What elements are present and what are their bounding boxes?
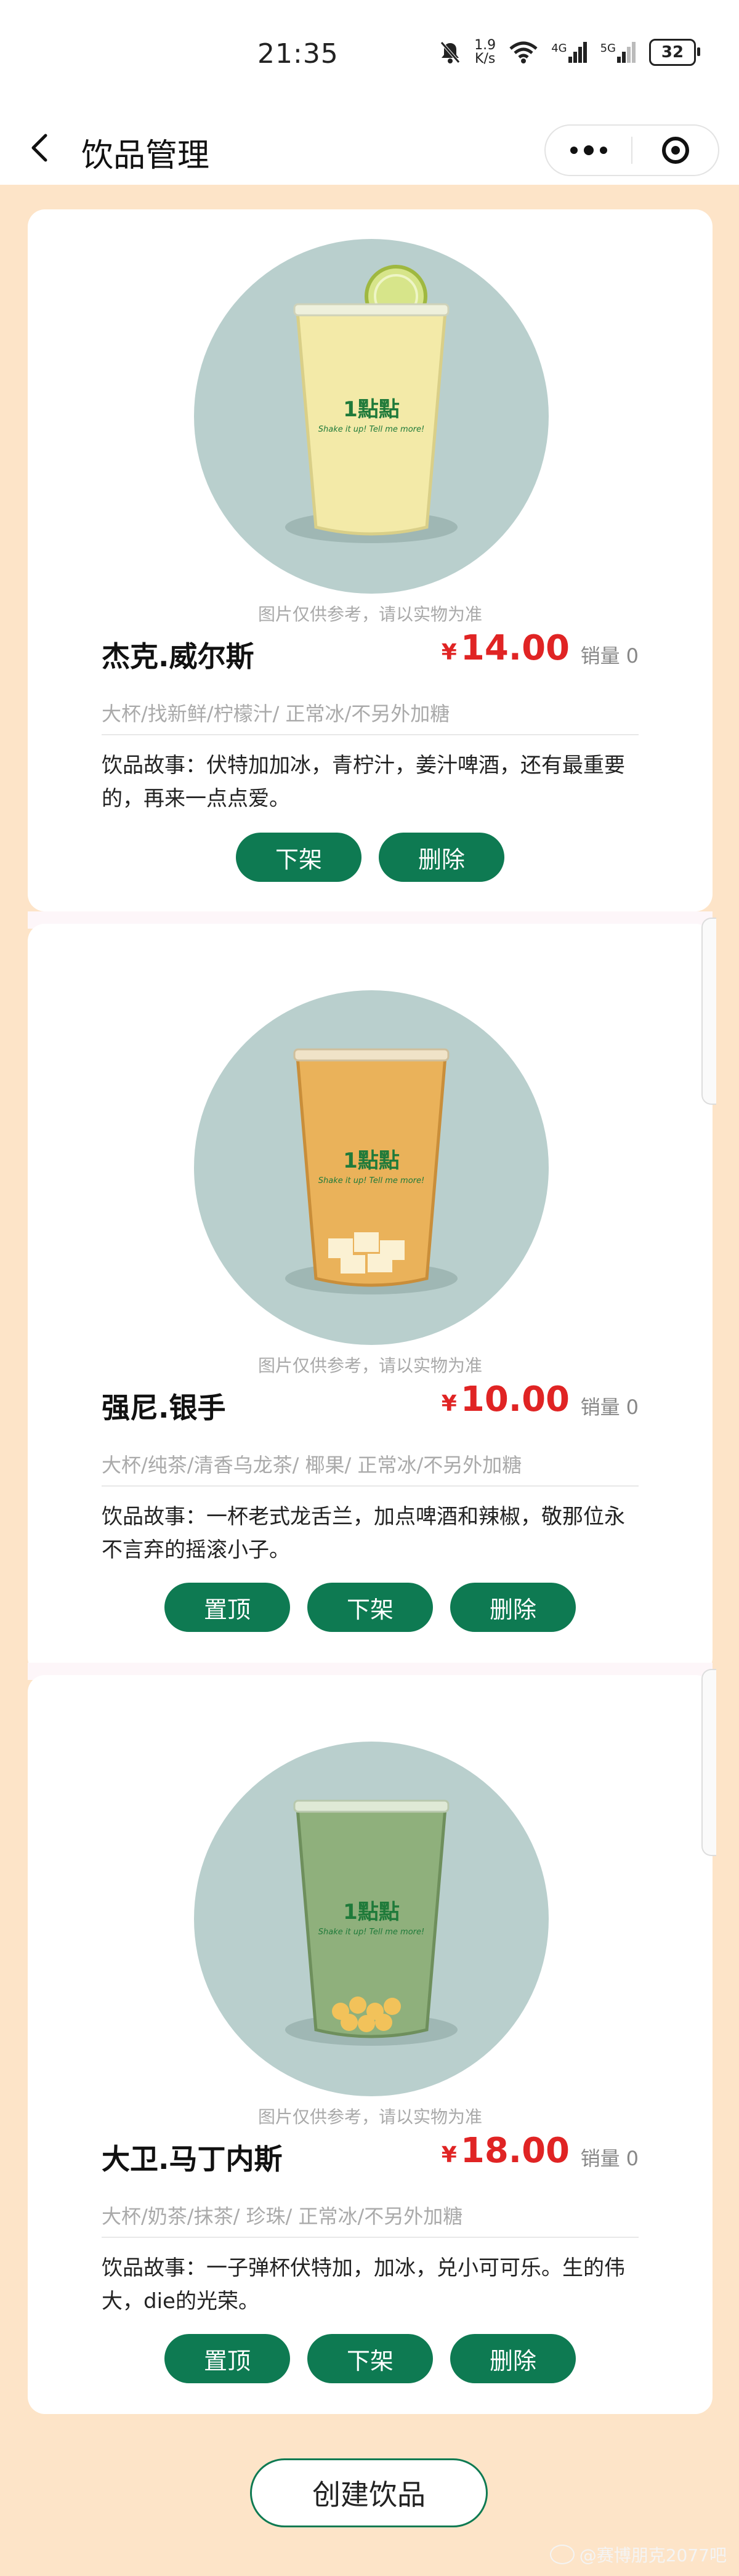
- sales-label: 销量: [580, 2147, 620, 2170]
- delete-button[interactable]: 删除: [450, 2334, 576, 2383]
- close-mini-program-button[interactable]: [632, 126, 718, 175]
- drink-price: ¥18.00: [442, 2131, 570, 2171]
- side-edge-tab[interactable]: [701, 1669, 716, 1856]
- pin-to-top-button[interactable]: 置顶: [164, 2334, 290, 2383]
- drink-story: 饮品故事：一子弹杯伏特加，加冰，兑小可可乐。生的伟大，die的光荣。: [102, 2256, 625, 2314]
- cup-slogan: Shake it up! Tell me more!: [318, 425, 424, 434]
- currency-symbol: ¥: [441, 2142, 457, 2168]
- divider: [102, 734, 639, 735]
- back-arrow-icon[interactable]: [23, 131, 58, 165]
- network-speed-unit: K/s: [475, 51, 496, 67]
- drink-name: 大卫.马丁内斯: [102, 2142, 283, 2176]
- cup-body: [297, 312, 445, 534]
- status-bar: 21:35 1.9 K/s 4G 5G 32: [0, 0, 739, 111]
- unlist-button[interactable]: 下架: [307, 1583, 433, 1632]
- delete-button[interactable]: 删除: [450, 1583, 576, 1632]
- sales-value: 0: [626, 2147, 639, 2170]
- nav-bar: 饮品管理: [0, 111, 739, 185]
- price-value: 18.00: [460, 2131, 570, 2171]
- cup-logo: 1點點: [343, 1900, 400, 1924]
- drink-tags: 大杯/奶茶/抹茶/ 珍珠/ 正常冰/不另外加糖: [102, 2205, 463, 2228]
- signal-4g-icon: 4G: [551, 42, 587, 63]
- image-disclaimer: 图片仅供参考，请以实物为准: [257, 2107, 482, 2127]
- watermark: @赛博朋克2077吧: [549, 2542, 727, 2567]
- more-options-button[interactable]: [546, 126, 631, 175]
- drink-card: 1點點 Shake it up! Tell me more! 图片仅供参考，请以…: [28, 918, 716, 1675]
- drink-price: ¥14.00: [442, 628, 570, 668]
- drink-name: 杰克.威尔斯: [102, 640, 254, 673]
- pin-to-top-button[interactable]: 置顶: [164, 1583, 290, 1632]
- status-icons: 1.9 K/s 4G 5G 32: [440, 37, 700, 68]
- drink-story: 饮品故事：一杯老式龙舌兰，加点啤酒和辣椒，敬那位永不言弃的摇滚小子。: [102, 1504, 625, 1562]
- sales-count: 销量 0: [581, 2143, 639, 2171]
- signal-5g-icon: 5G: [600, 42, 636, 63]
- page-title: 饮品管理: [81, 137, 210, 174]
- wifi-icon: [509, 41, 538, 63]
- sales-value: 0: [626, 644, 639, 668]
- drink-tags: 大杯/找新鲜/柠檬汁/ 正常冰/不另外加糖: [102, 702, 450, 725]
- create-drink-button[interactable]: 创建饮品: [250, 2458, 488, 2527]
- cup-logo: 1點點: [343, 397, 400, 422]
- sales-count: 销量 0: [581, 1392, 639, 1420]
- cup-logo: 1點點: [343, 1149, 400, 1173]
- network-speed-value: 1.9: [474, 38, 496, 53]
- divider: [102, 1485, 639, 1487]
- unlist-button[interactable]: 下架: [307, 2334, 433, 2383]
- battery-indicator: 32: [649, 39, 700, 66]
- signal-5g-label: 5G: [600, 42, 616, 55]
- action-buttons: 置顶 下架 删除: [28, 1583, 713, 1632]
- drink-card: 1點點 Shake it up! Tell me more! 图片仅供参考，请以…: [28, 209, 713, 911]
- sales-label: 销量: [580, 644, 620, 668]
- cup-slogan: Shake it up! Tell me more!: [318, 1176, 424, 1185]
- mini-program-capsule: [544, 124, 719, 176]
- network-speed: 1.9 K/s: [474, 39, 496, 66]
- target-icon: [661, 137, 689, 164]
- drink-tags: 大杯/纯茶/清香乌龙茶/ 椰果/ 正常冰/不另外加糖: [102, 1453, 522, 1477]
- image-disclaimer: 图片仅供参考，请以实物为准: [257, 1355, 482, 1376]
- dot-icon: [599, 147, 607, 154]
- status-time: 21:35: [257, 38, 339, 70]
- sales-label: 销量: [580, 1395, 620, 1419]
- price-value: 10.00: [460, 1379, 570, 1419]
- divider: [102, 2237, 639, 2238]
- drink-image: 1點點 Shake it up! Tell me more!: [194, 239, 549, 594]
- currency-symbol: ¥: [441, 1391, 457, 1416]
- unlist-button[interactable]: 下架: [236, 833, 361, 882]
- sales-value: 0: [626, 1395, 639, 1419]
- drink-name: 强尼.银手: [102, 1391, 226, 1424]
- weibo-logo-icon: [549, 2545, 575, 2564]
- mute-bell-icon: [440, 41, 461, 63]
- dot-icon: [583, 145, 594, 155]
- drink-image: 1點點 Shake it up! Tell me more!: [194, 1742, 549, 2096]
- drink-image: 1點點 Shake it up! Tell me more!: [194, 990, 549, 1345]
- drink-card: 1點點 Shake it up! Tell me more! 图片仅供参考，请以…: [28, 1669, 716, 2414]
- action-buttons: 置顶 下架 删除: [28, 2334, 713, 2383]
- watermark-text: @赛博朋克2077吧: [579, 2545, 727, 2566]
- drink-story: 饮品故事：伏特加加冰，青柠汁，姜汁啤酒，还有最重要的，再来一点点爱。: [102, 753, 625, 811]
- drink-price: ¥10.00: [442, 1379, 570, 1419]
- currency-symbol: ¥: [441, 640, 457, 665]
- dot-icon: [570, 147, 578, 154]
- sales-count: 销量 0: [581, 640, 639, 669]
- action-buttons: 下架 删除: [28, 833, 713, 882]
- image-disclaimer: 图片仅供参考，请以实物为准: [257, 604, 482, 624]
- price-value: 14.00: [460, 628, 570, 668]
- delete-button[interactable]: 删除: [379, 833, 504, 882]
- side-edge-tab[interactable]: [701, 918, 716, 1105]
- signal-4g-label: 4G: [551, 42, 567, 55]
- cup-slogan: Shake it up! Tell me more!: [318, 1928, 424, 1937]
